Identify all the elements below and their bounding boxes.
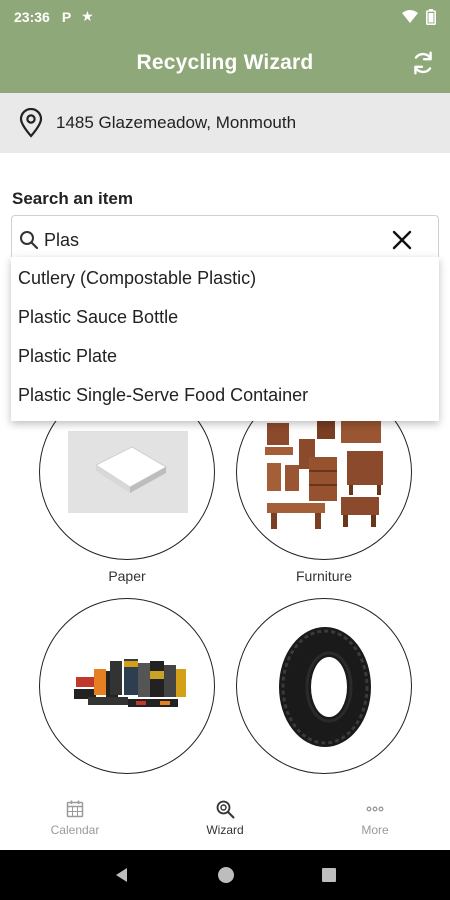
suggestion-item[interactable]: Cutlery (Compostable Plastic)	[11, 259, 439, 298]
category-tires[interactable]	[236, 598, 412, 774]
suggestion-item[interactable]: Plastic Single-Serve Food Container	[11, 376, 439, 415]
back-icon[interactable]	[113, 866, 131, 884]
tire-image	[279, 627, 371, 747]
home-icon[interactable]	[216, 865, 236, 885]
nav-calendar[interactable]: Calendar	[0, 788, 150, 848]
bottom-navigation: Calendar Wizard More	[0, 788, 450, 848]
category-batteries[interactable]	[39, 598, 215, 774]
category-paper-label: Paper	[108, 568, 146, 584]
nav-more[interactable]: More	[300, 788, 450, 848]
system-navigation-bar	[0, 850, 450, 900]
nav-wizard-label: Wizard	[206, 823, 244, 837]
suggestion-item[interactable]: Plastic Plate	[11, 337, 439, 376]
wizard-search-icon	[216, 800, 235, 819]
category-grid: Paper Furniture	[0, 0, 450, 900]
batteries-image	[74, 659, 186, 707]
nav-wizard[interactable]: Wizard	[150, 788, 300, 848]
nav-more-label: More	[361, 823, 389, 837]
category-furniture-label: Furniture	[295, 568, 353, 584]
recents-icon[interactable]	[321, 867, 337, 883]
more-dots-icon	[366, 806, 384, 812]
calendar-icon	[66, 800, 84, 818]
suggestion-item[interactable]: Plastic Sauce Bottle	[11, 298, 439, 337]
nav-calendar-label: Calendar	[50, 823, 100, 837]
search-suggestions: Cutlery (Compostable Plastic) Plastic Sa…	[11, 257, 439, 421]
